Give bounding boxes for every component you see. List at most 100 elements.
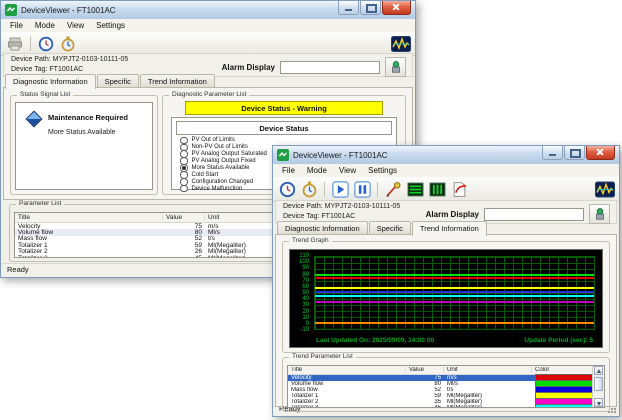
scroll-down-button[interactable]: [594, 398, 603, 407]
caption-buttons: [542, 146, 615, 164]
alarm-display-label: Alarm Display: [425, 209, 479, 219]
y-tick-label: 110: [299, 253, 309, 259]
close-button[interactable]: [382, 1, 411, 15]
primary-status-text: Maintenance Required: [48, 113, 129, 122]
toolbar-separator: [324, 181, 325, 197]
menu-file[interactable]: File: [276, 165, 301, 176]
front-titlebar[interactable]: DeviceViewer - FT1001AC: [273, 146, 619, 165]
trend-y-axis: 110 100 90 80 70 60 50 40 30 20 10 0 -10: [290, 253, 312, 333]
scrollbar-thumb[interactable]: [594, 377, 603, 391]
back-titlebar[interactable]: DeviceViewer - FT1001AC: [1, 1, 415, 20]
marker-icon[interactable]: [383, 180, 403, 199]
col-unit: Unit: [444, 367, 532, 373]
toolbar: [273, 177, 619, 202]
y-tick-label: 50: [302, 290, 309, 296]
menu-mode[interactable]: Mode: [29, 20, 61, 31]
alarm-display-field[interactable]: [280, 60, 380, 74]
parameter-list-title: Parameter List: [16, 200, 65, 208]
desktop: DeviceViewer - FT1001AC File Mode View S…: [0, 0, 622, 420]
status-item-label: Non-PV Out of Limits: [191, 144, 248, 151]
status-circle-icon: [180, 184, 188, 193]
trend-parameter-table: Title Value Unit Color Velocity 75 m/s Vol…: [287, 365, 605, 408]
menu-bar: File Mode View Settings: [273, 164, 619, 178]
maintenance-required-diamond-icon: [25, 110, 43, 128]
status-item-label: More Status Available: [191, 165, 250, 171]
pause-icon[interactable]: [352, 180, 372, 199]
menu-view[interactable]: View: [61, 20, 90, 31]
secondary-status-text: More Status Available: [48, 129, 116, 136]
maximize-button[interactable]: [564, 146, 585, 160]
col-title: Title: [288, 367, 406, 373]
waveform-monitor-icon[interactable]: [391, 34, 411, 53]
update-period-text: Update Period (sec): 5: [524, 337, 593, 344]
clock-settings-icon[interactable]: [277, 180, 297, 199]
device-transmitter-icon-button[interactable]: [385, 57, 406, 77]
tab-trend-information[interactable]: Trend Information: [139, 74, 215, 88]
menu-view[interactable]: View: [333, 165, 362, 176]
tab-specific[interactable]: Specific: [368, 221, 411, 235]
trend-line-volume-flow: [315, 274, 594, 276]
status-item-label: PV Analog Output Fixed: [191, 158, 256, 165]
y-tick-label: 70: [302, 277, 309, 284]
device-status-header: Device Status: [176, 121, 392, 135]
close-button[interactable]: [586, 146, 615, 160]
col-value: Value: [163, 214, 205, 221]
minimize-button[interactable]: [338, 1, 359, 15]
menu-mode[interactable]: Mode: [301, 165, 333, 176]
device-status-item: PV Out of Limits: [180, 136, 392, 145]
vertical-grid-icon[interactable]: [427, 180, 447, 199]
table-row[interactable]: Totalizer 345Ml(Megaliter): [288, 404, 604, 407]
alarm-display-field[interactable]: [484, 207, 584, 221]
y-tick-label: 80: [302, 271, 309, 278]
caption-buttons: [338, 1, 411, 19]
device-path: Device Path: MYPJT2-0103-10111-05: [283, 203, 401, 210]
waveform-monitor-icon[interactable]: [595, 180, 615, 199]
trend-line-velocity: [315, 277, 594, 279]
toolbar-separator: [30, 36, 31, 51]
clock-settings-icon[interactable]: [36, 34, 56, 53]
status-signal-list-box: Maintenance Required More Status Availab…: [15, 102, 153, 190]
toolbar-separator: [377, 181, 378, 197]
minimize-button[interactable]: [542, 146, 563, 160]
y-tick-label: 0: [305, 320, 309, 327]
y-tick-label: 20: [302, 308, 309, 315]
trend-graph-group: Trend Graph 110 100 90 80 70 60 50 40 30 20 10 0 -10…: [282, 237, 610, 353]
print-icon[interactable]: [5, 34, 25, 53]
menu-settings[interactable]: Settings: [90, 20, 131, 31]
vertical-scrollbar[interactable]: [592, 366, 604, 407]
export-graph-icon[interactable]: [449, 180, 469, 199]
stopwatch-settings-icon[interactable]: [58, 34, 78, 53]
device-tag: Device Tag: FT1001AC: [11, 66, 84, 73]
stopwatch-settings-icon[interactable]: [299, 180, 319, 199]
trend-plot: [314, 256, 595, 330]
y-tick-label: 90: [302, 265, 309, 272]
horizontal-grid-icon[interactable]: [405, 180, 425, 199]
maximize-button[interactable]: [360, 1, 381, 15]
status-item-label: PV Analog Output Saturated: [191, 151, 267, 158]
y-tick-label: 100: [298, 259, 309, 266]
menu-bar: File Mode View Settings: [1, 19, 415, 33]
play-icon[interactable]: [330, 180, 350, 199]
y-tick-label: 40: [302, 296, 309, 303]
trend-line-extra: [315, 322, 594, 324]
last-updated-text: Last Updated On: 2025/09/09, 14:00:00: [316, 337, 435, 344]
device-transmitter-icon-button[interactable]: [589, 204, 610, 224]
scroll-up-button[interactable]: [594, 366, 603, 375]
status-signal-list-title: Status Signal List: [17, 91, 74, 99]
y-tick-label: 60: [302, 283, 309, 290]
trend-line-mass-flow: [315, 290, 594, 293]
status-item-label: Cold Start: [191, 171, 219, 178]
trend-graph-title: Trend Graph: [289, 237, 332, 245]
tab-trend-information[interactable]: Trend Information: [411, 221, 487, 236]
y-tick-label: -10: [300, 327, 309, 333]
status-item-label: Device Malfunction: [191, 185, 243, 192]
status-item-label: Configuration Changed: [191, 178, 254, 185]
tab-specific[interactable]: Specific: [96, 74, 139, 88]
tab-diagnostic-information[interactable]: Diagnostic Information: [5, 74, 96, 89]
menu-settings[interactable]: Settings: [362, 165, 403, 176]
device-tag: Device Tag: FT1001AC: [283, 213, 356, 220]
trend-tab-page: Trend Graph 110 100 90 80 70 60 50 40 30 20 10 0 -10…: [275, 234, 617, 412]
tab-diagnostic-information[interactable]: Diagnostic Information: [277, 221, 368, 235]
status-signal-list-group: Status Signal List Maintenance Required …: [10, 91, 158, 195]
menu-file[interactable]: File: [4, 20, 29, 31]
